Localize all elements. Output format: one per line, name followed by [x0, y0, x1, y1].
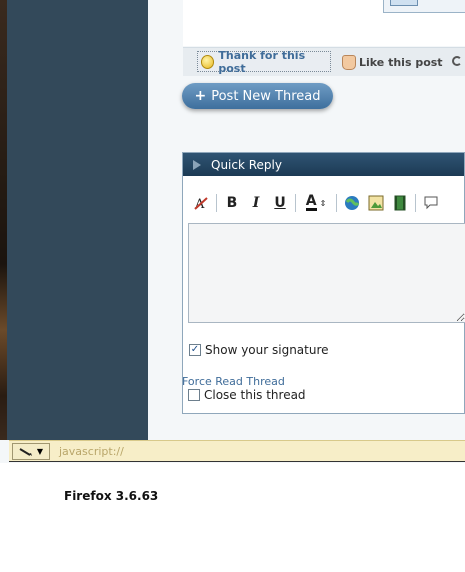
thank-post-label: Thank for this post	[218, 48, 306, 75]
underline-icon[interactable]: U	[268, 192, 292, 214]
pen-tool-icon	[19, 447, 32, 456]
status-tool-button[interactable]: ▼	[12, 443, 50, 460]
window-edge	[0, 0, 7, 440]
font-color-icon: A	[305, 193, 317, 211]
smiley-icon	[201, 54, 215, 69]
thumbs-up-icon	[342, 54, 356, 70]
like-post-label: Like this post	[359, 55, 443, 69]
editor-toolbar: A B I U A ⇕	[189, 191, 443, 215]
font-color-button[interactable]: A ⇕	[299, 192, 333, 214]
show-signature-row: ✓ Show your signature	[189, 343, 329, 357]
remove-format-icon[interactable]: A	[189, 192, 213, 214]
like-post-button[interactable]: Like this post	[342, 52, 443, 72]
left-sidebar	[7, 0, 148, 440]
show-signature-checkbox[interactable]: ✓	[189, 344, 201, 356]
toolbar-separator	[336, 194, 337, 212]
quick-reply-header[interactable]: Quick Reply	[183, 153, 464, 176]
quick-reply-title: Quick Reply	[211, 157, 282, 172]
italic-icon[interactable]: I	[244, 192, 268, 214]
reply-editor[interactable]	[188, 223, 465, 323]
toolbar-separator	[295, 194, 296, 212]
collapse-arrow-icon[interactable]	[193, 159, 201, 170]
insert-link-icon[interactable]	[340, 192, 364, 214]
close-thread-label: Close this thread	[204, 388, 306, 402]
bold-icon[interactable]: B	[220, 192, 244, 214]
quote-icon[interactable]	[419, 192, 443, 214]
browser-status-bar: ▼ javascript://	[9, 440, 465, 462]
force-read-thread-link[interactable]: Force Read Thread	[182, 375, 285, 388]
attachment-box[interactable]	[383, 0, 465, 13]
toolbar-separator	[415, 194, 416, 212]
dropdown-arrow-icon: ▼	[36, 447, 44, 456]
attachment-thumbnail[interactable]	[390, 0, 418, 6]
insert-image-icon[interactable]	[364, 192, 388, 214]
dropdown-arrows-icon: ⇕	[319, 198, 327, 208]
post-new-thread-label: Post New Thread	[211, 88, 321, 104]
toolbar-separator	[216, 194, 217, 212]
status-url: javascript://	[59, 445, 124, 458]
close-thread-row: Close this thread	[188, 388, 306, 402]
plus-icon: +	[194, 88, 207, 104]
show-signature-label: Show your signature	[205, 343, 329, 357]
more-options-icon[interactable]	[452, 56, 462, 66]
insert-video-icon[interactable]	[388, 192, 412, 214]
post-body	[183, 0, 465, 46]
close-thread-checkbox[interactable]	[188, 389, 200, 401]
screenshot-caption: Firefox 3.6.63	[64, 489, 159, 503]
browser-viewport: Thank for this post Like this post + Pos…	[0, 0, 465, 463]
post-new-thread-button[interactable]: + Post New Thread	[182, 83, 333, 109]
thank-post-button[interactable]: Thank for this post	[197, 48, 331, 75]
